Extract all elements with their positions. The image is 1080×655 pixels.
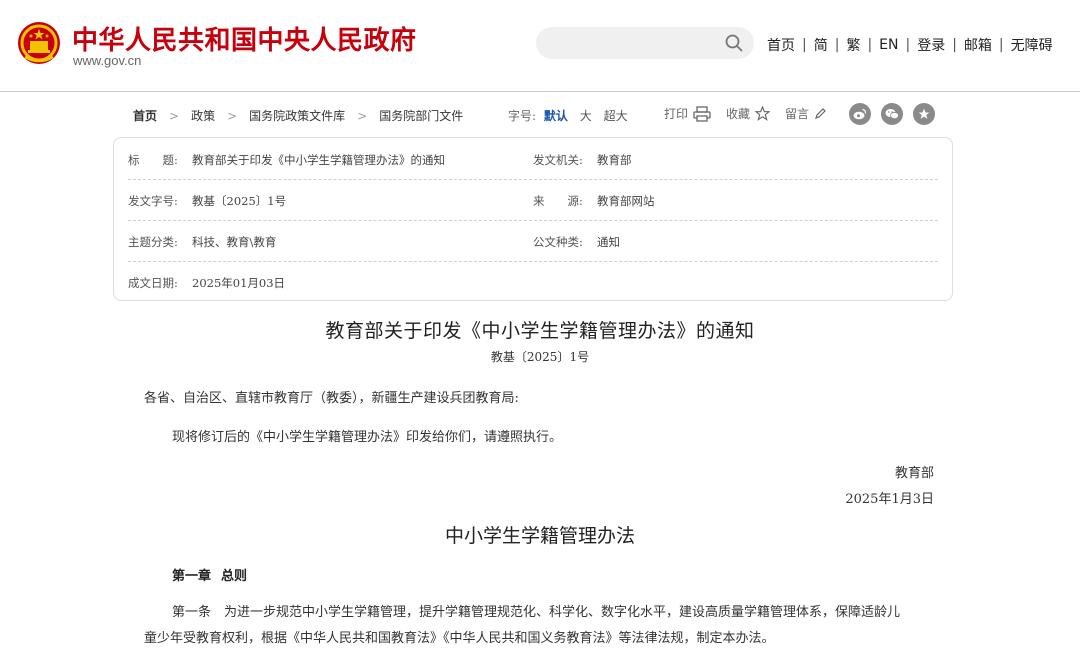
chapter-name: 总则 [221, 569, 248, 584]
meta-value: 教育部网站 [597, 194, 655, 208]
chapter-heading: 第一章 总则 [172, 565, 257, 584]
nav-separator: | [802, 37, 807, 53]
wechat-icon[interactable] [881, 103, 903, 125]
print-button[interactable]: 打印 [664, 105, 711, 122]
site-url[interactable]: www.gov.cn [73, 53, 141, 68]
site-title[interactable]: 中华人民共和国中央人民政府 [72, 20, 417, 57]
chevron-right-icon: > [357, 108, 368, 123]
nav-separator: | [834, 37, 840, 53]
nav-separator: | [998, 37, 1004, 53]
salutation: 各省、自治区、直辖市教育厅（教委），新疆生产建设兵团教育局: [144, 391, 519, 406]
meta-label: 标 题: [128, 153, 178, 167]
nav-traditional[interactable]: 繁 [846, 35, 860, 55]
article-line: 第一条 为进一步规范中小学生学籍管理，提升学籍管理规范化、科学化、数字化水平，建… [172, 605, 901, 620]
document-number: 教基〔2025〕1号 [490, 350, 590, 364]
favorite-button[interactable]: 收藏 [726, 105, 771, 122]
breadcrumb-department-docs[interactable]: 国务院部门文件 [379, 107, 463, 124]
font-size-large[interactable]: 大 [580, 109, 592, 123]
meta-row: 标 题: 教育部关于印发《中小学生学籍管理办法》的通知 发文机关: 教育部 [128, 138, 938, 180]
meta-label: 成文日期: [128, 276, 178, 290]
meta-doc-type: 公文种类: 通知 [533, 234, 620, 250]
printer-icon [693, 105, 711, 122]
breadcrumb-home[interactable]: 首页 [133, 107, 157, 124]
sign-date: 2025年1月3日 [845, 492, 934, 507]
signer: 教育部 [894, 466, 934, 481]
header-divider [0, 91, 1080, 92]
font-size-label: 字号: [508, 109, 537, 123]
breadcrumb-policy-library[interactable]: 国务院政策文件库 [249, 107, 345, 124]
toolbar: 首页 > 政策 > 国务院政策文件库 > 国务院部门文件 字号: 默认 大 超大… [0, 103, 1080, 127]
star-outline-icon [755, 106, 771, 121]
nav-accessibility[interactable]: 无障碍 [1011, 35, 1053, 55]
meta-value: 教育部关于印发《中小学生学籍管理办法》的通知 [192, 153, 445, 167]
meta-value: 通知 [597, 235, 620, 249]
favorite-label: 收藏 [726, 107, 751, 121]
nav-login[interactable]: 登录 [917, 35, 945, 55]
meta-date: 成文日期: 2025年01月03日 [128, 275, 285, 291]
chevron-right-icon: > [169, 108, 180, 123]
star-icon[interactable] [913, 103, 935, 125]
weibo-icon[interactable] [849, 103, 871, 125]
nav-simplified[interactable]: 简 [814, 35, 828, 55]
print-label: 打印 [664, 107, 689, 121]
meta-row: 发文字号: 教基〔2025〕1号 来 源: 教育部网站 [128, 179, 938, 221]
comment-label: 留言 [785, 107, 810, 121]
body-paragraph: 现将修订后的《中小学生学籍管理办法》印发给你们，请遵照执行。 [172, 430, 563, 445]
meta-title: 标 题: 教育部关于印发《中小学生学籍管理办法》的通知 [128, 152, 445, 168]
search-input[interactable] [550, 31, 724, 57]
meta-label: 来 源: [533, 194, 583, 208]
document-metadata: 标 题: 教育部关于印发《中小学生学籍管理办法》的通知 发文机关: 教育部 发文字号… [113, 137, 953, 301]
breadcrumb: 首页 > 政策 > 国务院政策文件库 > 国务院部门文件 [133, 107, 463, 124]
pencil-icon [815, 108, 826, 119]
meta-value: 教育部 [597, 153, 632, 167]
share-icons [849, 103, 945, 125]
nav-separator: | [952, 37, 957, 53]
national-emblem-icon[interactable] [17, 21, 61, 65]
meta-value: 科技、教育\教育 [192, 235, 277, 249]
meta-label: 发文字号: [128, 194, 178, 208]
nav-home[interactable]: 首页 [767, 35, 795, 55]
font-size-default[interactable]: 默认 [544, 109, 568, 123]
meta-doc-number: 发文字号: 教基〔2025〕1号 [128, 193, 286, 209]
chapter-number: 第一章 [172, 569, 212, 584]
meta-issuer: 发文机关: 教育部 [533, 152, 632, 168]
top-nav: 首页 | 简 | 繁 | EN | 登录 | 邮箱 | 无障碍 [767, 35, 1053, 55]
meta-row: 主题分类: 科技、教育\教育 公文种类: 通知 [128, 220, 938, 262]
meta-label: 主题分类: [128, 235, 178, 249]
nav-english[interactable]: EN [879, 37, 898, 53]
font-size-switcher: 字号: 默认 大 超大 [508, 107, 632, 124]
nav-separator: | [867, 37, 873, 53]
document-title: 教育部关于印发《中小学生学籍管理办法》的通知 [325, 320, 755, 342]
search-box[interactable] [536, 27, 754, 59]
nav-separator: | [905, 37, 911, 53]
chevron-right-icon: > [227, 108, 238, 123]
font-size-xlarge[interactable]: 超大 [604, 109, 628, 123]
meta-value: 2025年01月03日 [192, 276, 286, 290]
breadcrumb-policy[interactable]: 政策 [191, 107, 215, 124]
site-header: 中华人民共和国中央人民政府 www.gov.cn 首页 | 简 | 繁 | EN… [0, 0, 1080, 91]
meta-topic: 主题分类: 科技、教育\教育 [128, 234, 276, 250]
meta-label: 公文种类: [533, 235, 583, 249]
meta-value: 教基〔2025〕1号 [192, 194, 287, 208]
meta-label: 发文机关: [533, 153, 583, 167]
comment-button[interactable]: 留言 [785, 105, 826, 122]
article-line: 童少年受教育权利，根据《中华人民共和国教育法》《中华人民共和国义务教育法》等法律… [144, 631, 775, 646]
nav-mail[interactable]: 邮箱 [964, 35, 992, 55]
meta-row: 成文日期: 2025年01月03日 [128, 261, 938, 302]
page-tools: 打印 收藏 留言 [664, 105, 841, 122]
search-icon[interactable] [725, 34, 743, 52]
meta-source: 来 源: 教育部网站 [533, 193, 655, 209]
regulation-title: 中小学生学籍管理办法 [444, 525, 635, 547]
